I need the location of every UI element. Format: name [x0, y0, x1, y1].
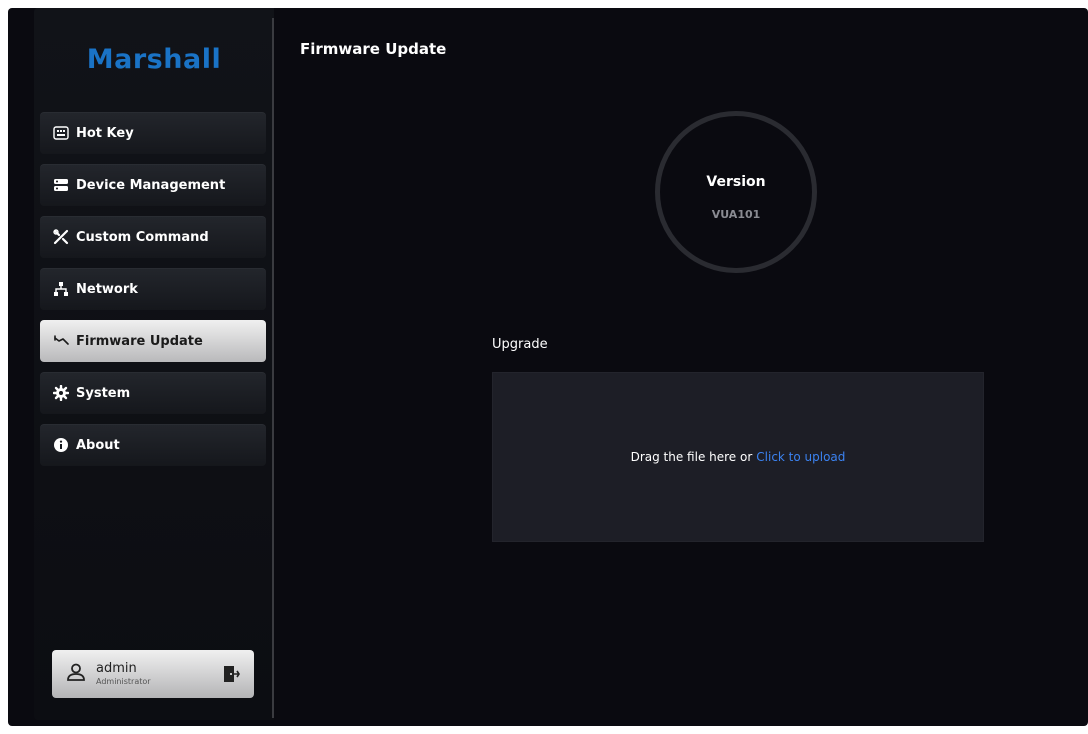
sidebar-item-label: About	[76, 437, 120, 453]
logout-icon[interactable]	[222, 664, 240, 684]
sidebar-item-label: Custom Command	[76, 229, 209, 245]
sidebar-divider	[272, 18, 274, 718]
user-info: admin Administrator	[96, 662, 151, 686]
sidebar-item-label: System	[76, 385, 131, 401]
sidebar-item-hot-key[interactable]: Hot Key	[40, 112, 266, 154]
user-name: admin	[96, 661, 137, 676]
brand-logo: Marshall	[86, 44, 222, 75]
user-account[interactable]: admin Administrator	[52, 650, 254, 698]
wrench-icon	[52, 332, 70, 350]
upload-link[interactable]: Click to upload	[756, 450, 845, 464]
sidebar: Marshall Hot Key Device Management Custo…	[34, 8, 274, 720]
user-role: Administrator	[96, 677, 151, 686]
drop-text: Drag the file here or	[630, 450, 753, 464]
sidebar-item-device-management[interactable]: Device Management	[40, 164, 266, 206]
info-icon	[52, 436, 70, 454]
sidebar-item-firmware-update[interactable]: Firmware Update	[40, 320, 266, 362]
app-window: Marshall Hot Key Device Management Custo…	[8, 8, 1088, 726]
version-ring: Version VUA101	[655, 111, 817, 273]
sidebar-item-label: Hot Key	[76, 125, 134, 141]
tools-icon	[52, 228, 70, 246]
sidebar-item-about[interactable]: About	[40, 424, 266, 466]
file-dropzone[interactable]: Drag the file here or Click to upload	[492, 372, 984, 542]
version-label: Version	[706, 174, 766, 190]
sidebar-item-network[interactable]: Network	[40, 268, 266, 310]
user-icon	[66, 662, 86, 686]
sidebar-item-system[interactable]: System	[40, 372, 266, 414]
server-icon	[52, 176, 70, 194]
page-title: Firmware Update	[300, 40, 447, 58]
keyboard-icon	[52, 124, 70, 142]
sidebar-item-custom-command[interactable]: Custom Command	[40, 216, 266, 258]
gear-icon	[52, 384, 70, 402]
network-icon	[52, 280, 70, 298]
sidebar-item-label: Device Management	[76, 177, 226, 193]
upgrade-label: Upgrade	[492, 337, 548, 352]
version-value: VUA101	[711, 208, 761, 221]
sidebar-item-label: Firmware Update	[76, 333, 203, 349]
sidebar-item-label: Network	[76, 281, 138, 297]
